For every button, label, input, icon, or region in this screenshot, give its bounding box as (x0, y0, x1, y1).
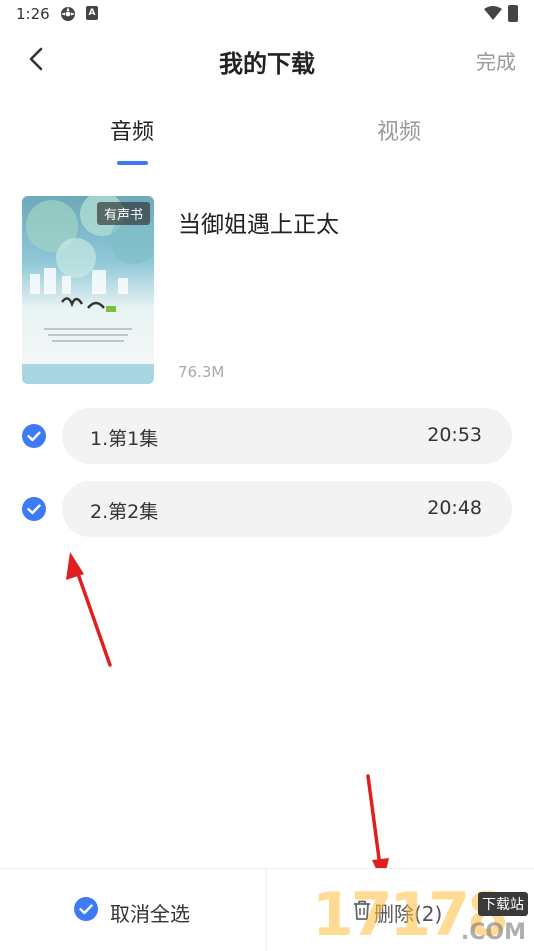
watermark-logo: 17178 下载站 .COM (312, 880, 534, 950)
status-time: 1:26 (16, 5, 50, 23)
episode-1-checkbox-icon[interactable] (22, 424, 46, 448)
tab-audio[interactable]: 音频 (110, 114, 154, 146)
bottom-divider (266, 869, 267, 951)
wifi-icon (484, 6, 502, 20)
battery-icon (508, 5, 518, 22)
episode-duration: 20:53 (427, 424, 482, 446)
book-size: 76.3M (178, 363, 225, 381)
done-button[interactable]: 完成 (476, 46, 516, 75)
episode-name: 2.第2集 (90, 501, 159, 523)
status-bar: 1:26 A (0, 0, 534, 30)
settings-wheel-icon (61, 7, 75, 21)
episode-name: 1.第1集 (90, 428, 159, 450)
episode-duration: 20:48 (427, 497, 482, 519)
tab-video[interactable]: 视频 (377, 114, 421, 146)
episode-row-1[interactable]: 1.第1集 20:53 (62, 408, 512, 464)
book-cover[interactable]: 有声书 (22, 196, 154, 384)
watermark-tag: 下载站 (478, 892, 528, 916)
annotation-arrows (66, 552, 389, 884)
header: 我的下载 完成 (0, 30, 534, 90)
page-title: 我的下载 (219, 50, 315, 78)
annotation-arrow-up-icon (66, 552, 112, 667)
check-circle-icon (74, 897, 98, 921)
notification-a-icon: A (86, 6, 98, 20)
book-title: 当御姐遇上正太 (178, 212, 339, 238)
active-tab-indicator (117, 161, 148, 165)
watermark-domain: .COM (460, 920, 526, 945)
deselect-all-label: 取消全选 (110, 902, 190, 926)
audiobook-badge: 有声书 (96, 202, 150, 225)
episode-2-checkbox-icon[interactable] (22, 497, 46, 521)
episode-row-2[interactable]: 2.第2集 20:48 (62, 481, 512, 537)
